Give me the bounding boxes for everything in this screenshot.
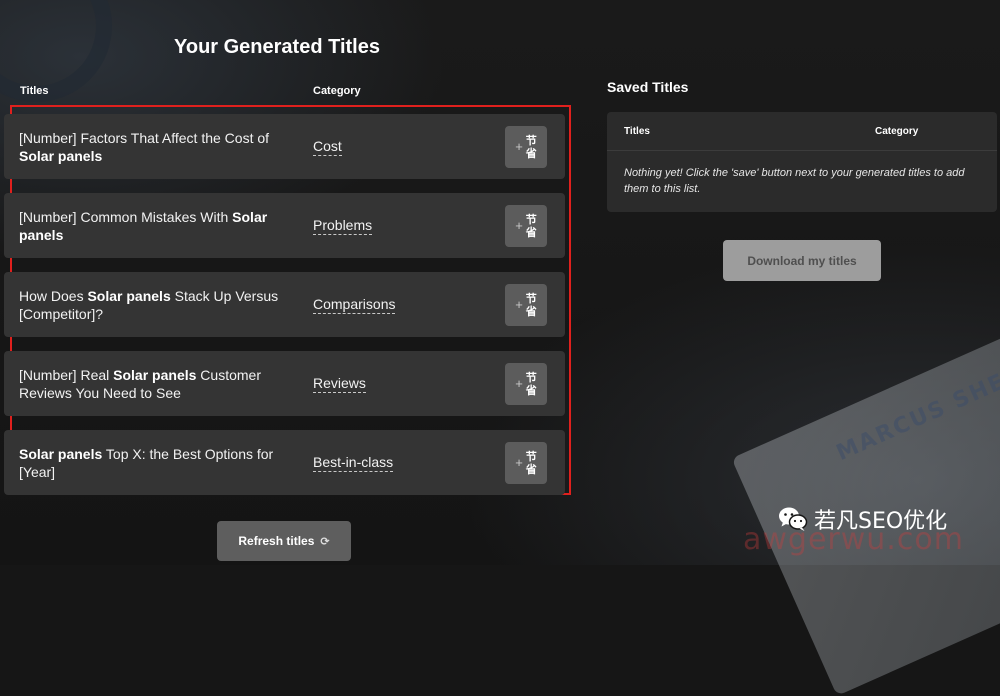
title-category-label[interactable]: Comparisons [313, 296, 396, 314]
save-label-char: 省 [525, 304, 537, 318]
generated-title-text: How Does Solar panels Stack Up Versus [C… [19, 287, 299, 323]
download-titles-button[interactable]: Download my titles [723, 240, 881, 281]
title-text-segment: [Number] Factors That Affect the Cost of [19, 129, 270, 146]
save-label-char: 节 [525, 133, 537, 147]
refresh-icon: ⟳ [320, 534, 330, 548]
saved-titles-header-row: Titles Category [607, 112, 997, 151]
title-category-label[interactable]: Problems [313, 217, 373, 235]
generated-title-text: [Number] Common Mistakes With Solar pane… [19, 208, 299, 244]
generated-title-text: [Number] Factors That Affect the Cost of… [19, 129, 299, 165]
title-category-label[interactable]: Reviews [313, 375, 366, 393]
save-title-button[interactable]: + 节省 [505, 283, 547, 326]
save-title-button[interactable]: + 节省 [505, 441, 547, 484]
save-label: 节省 [526, 450, 537, 476]
plus-icon: + [515, 376, 523, 391]
title-row: How Does Solar panels Stack Up Versus [C… [4, 272, 565, 337]
wechat-icon [778, 506, 808, 532]
save-title-button[interactable]: + 节省 [505, 362, 547, 405]
refresh-titles-label: Refresh titles [238, 534, 315, 548]
save-label: 节省 [526, 292, 537, 318]
title-category-label[interactable]: Best-in-class [313, 454, 394, 472]
saved-column-header-titles: Titles [624, 126, 650, 137]
save-label: 节省 [526, 213, 537, 239]
plus-icon: + [515, 139, 523, 154]
save-label-char: 省 [525, 146, 537, 160]
page-title: Your Generated Titles [174, 36, 380, 58]
watermark-text: 若凡SEO优化 [814, 509, 948, 534]
save-label: 节省 [526, 371, 537, 397]
title-text-segment: [Number] Common Mistakes With [19, 208, 233, 225]
saved-titles-panel: Titles Category Nothing yet! Click the '… [607, 112, 997, 212]
saved-titles-heading: Saved Titles [607, 79, 689, 95]
title-keyword: Solar panels [87, 287, 171, 304]
title-text-segment: [Number] Real [19, 366, 114, 383]
column-header-titles: Titles [20, 85, 49, 97]
generated-title-text: Solar panels Top X: the Best Options for… [19, 445, 299, 481]
title-keyword: Solar panels [19, 147, 103, 164]
refresh-titles-button[interactable]: Refresh titles ⟳ [217, 521, 351, 561]
save-title-button[interactable]: + 节省 [505, 125, 547, 168]
title-keyword: Solar panels [113, 366, 197, 383]
title-category-label[interactable]: Cost [313, 138, 342, 156]
save-label-char: 节 [525, 212, 537, 226]
save-label-char: 省 [525, 383, 537, 397]
save-label-char: 节 [525, 449, 537, 463]
save-label-char: 节 [525, 291, 537, 305]
saved-titles-empty-message: Nothing yet! Click the 'save' button nex… [624, 167, 965, 195]
save-label-char: 省 [525, 462, 537, 476]
watermark: 若凡SEO优化 [778, 503, 947, 535]
title-row: [Number] Real Solar panels Customer Revi… [4, 351, 565, 416]
save-label-char: 省 [525, 225, 537, 239]
title-row: [Number] Common Mistakes With Solar pane… [4, 193, 565, 258]
plus-icon: + [515, 218, 523, 233]
title-row: [Number] Factors That Affect the Cost of… [4, 114, 565, 179]
saved-column-header-category: Category [875, 126, 919, 137]
plus-icon: + [515, 297, 523, 312]
title-row: Solar panels Top X: the Best Options for… [4, 430, 565, 495]
plus-icon: + [515, 455, 523, 470]
generated-title-text: [Number] Real Solar panels Customer Revi… [19, 366, 299, 402]
save-label: 节省 [526, 134, 537, 160]
column-header-category: Category [313, 85, 361, 97]
save-title-button[interactable]: + 节省 [505, 204, 547, 247]
save-label-char: 节 [525, 370, 537, 384]
title-keyword: Solar panels [19, 445, 103, 462]
title-text-segment: How Does [19, 287, 88, 304]
